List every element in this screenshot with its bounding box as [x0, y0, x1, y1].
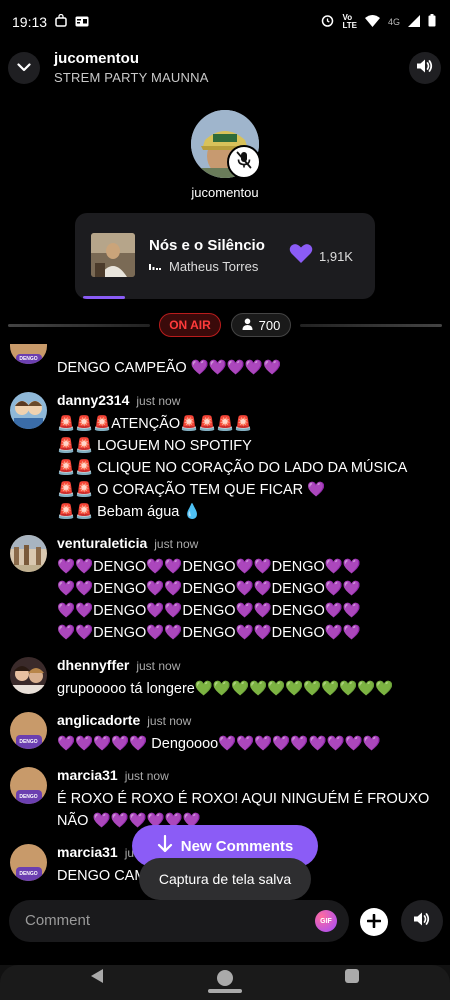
like-count: 1,91K	[319, 248, 353, 264]
comment-item: DENGO DENGO CAMPEÃO 💜💜💜💜💜	[10, 344, 440, 382]
user-avatar[interactable]	[10, 535, 47, 572]
alarm-icon	[321, 14, 334, 30]
volte-icon: Vo LTE	[342, 13, 357, 30]
recents-icon[interactable]	[345, 969, 359, 983]
comment-time: just now	[154, 537, 199, 551]
like-button[interactable]: 1,91K	[289, 243, 353, 269]
user-avatar[interactable]	[10, 392, 47, 429]
gif-button[interactable]: GIF	[315, 910, 337, 932]
home-icon[interactable]	[217, 970, 233, 986]
comment-item: DENGO anglicadorte just now 💜💜💜💜💜 Dengoo…	[10, 712, 440, 757]
person-icon	[242, 318, 253, 333]
comment-placeholder: Comment	[25, 912, 91, 929]
add-button[interactable]	[360, 908, 388, 936]
comment-username[interactable]: anglicadorte	[57, 712, 140, 728]
song-title: Nós e o Silêncio	[149, 237, 265, 254]
bag-notification-icon	[55, 13, 67, 30]
chevron-down-icon	[17, 59, 31, 77]
mic-off-icon	[236, 151, 252, 174]
comment-item: DENGO marcia31 just now É ROXO É ROXO É …	[10, 767, 440, 832]
comment-item: dhennyffer just now grupooooo tá longere…	[10, 657, 440, 702]
comment-header: anglicadorte just now	[57, 712, 191, 728]
speaker-icon	[413, 911, 431, 932]
user-avatar[interactable]: DENGO	[10, 767, 47, 804]
system-nav-bar	[0, 965, 450, 1000]
back-icon[interactable]	[90, 968, 104, 989]
comment-text: 🚨🚨🚨ATENÇÃO🚨🚨🚨🚨 🚨🚨 LOGUEM NO SPOTIFY 🚨🚨 C…	[57, 416, 408, 520]
comment-input[interactable]: Comment GIF	[9, 900, 349, 942]
comment-text: DENGO CAMPEÃO 💜💜💜💜💜	[57, 360, 282, 376]
gesture-pill	[208, 989, 242, 993]
album-art	[91, 233, 135, 277]
room-header: jucomentou STREM PARTY MAUNNA	[0, 46, 450, 90]
comment-text: grupooooo tá longere💚💚💚💚💚💚💚💚💚💚💚	[57, 681, 394, 697]
playback-progress	[83, 296, 125, 299]
comment-username[interactable]: dhennyffer	[57, 657, 129, 673]
card-notification-icon	[75, 15, 89, 30]
arrow-down-icon	[157, 834, 173, 857]
room-title: jucomentou	[54, 50, 139, 67]
room-subtitle: STREM PARTY MAUNNA	[54, 70, 209, 85]
collapse-button[interactable]	[8, 52, 40, 84]
on-air-badge: ON AIR	[159, 313, 221, 337]
user-avatar[interactable]: DENGO	[10, 844, 47, 881]
comment-header: dhennyffer just now	[57, 657, 180, 673]
signal-icon	[408, 14, 420, 30]
now-playing-card[interactable]: Nós e o Silêncio Matheus Torres 1,91K	[75, 213, 375, 299]
divider-right	[300, 324, 442, 327]
status-time: 19:13	[12, 14, 48, 30]
plus-icon	[366, 911, 382, 934]
comment-username[interactable]: marcia31	[57, 844, 118, 860]
artist-name: Matheus Torres	[169, 259, 259, 274]
artist-row: Matheus Torres	[149, 259, 258, 274]
new-comments-label: New Comments	[180, 837, 294, 855]
comment-time: just now	[136, 394, 181, 408]
user-avatar[interactable]: DENGO	[10, 712, 47, 749]
viewer-count: 700	[258, 317, 281, 333]
wifi-icon	[364, 14, 380, 30]
screenshot-toast: Captura de tela salva	[139, 858, 311, 900]
comment-text: 💜💜💜💜💜 Dengoooo💜💜💜💜💜💜💜💜💜	[57, 736, 381, 752]
mic-muted-badge	[227, 145, 261, 179]
comment-header: venturaleticia just now	[57, 535, 198, 551]
comment-time: just now	[124, 769, 169, 783]
speaker-icon	[416, 58, 434, 79]
user-avatar[interactable]: DENGO	[10, 344, 47, 364]
comment-time: just now	[147, 714, 192, 728]
status-bar: 19:13 Vo LTE 4G	[0, 0, 450, 44]
nav-bar-surface	[0, 965, 450, 1000]
comment-username[interactable]: marcia31	[57, 767, 118, 783]
battery-icon	[428, 14, 436, 30]
comment-time: just now	[136, 659, 181, 673]
speaker-button[interactable]	[409, 52, 441, 84]
comment-text: 💜💜DENGO💜💜DENGO💜💜DENGO💜💜 💜💜DENGO💜💜DENGO💜💜…	[57, 559, 361, 641]
comment-username[interactable]: danny2314	[57, 392, 129, 408]
comment-header: danny2314 just now	[57, 392, 180, 408]
comment-item: danny2314 just now 🚨🚨🚨ATENÇÃO🚨🚨🚨🚨 🚨🚨 LOG…	[10, 392, 440, 522]
heart-icon	[289, 243, 313, 269]
comment-item: venturaleticia just now 💜💜DENGO💜💜DENGO💜💜…	[10, 535, 440, 645]
comment-header: marcia31 just now	[57, 767, 169, 783]
divider-left	[8, 324, 150, 327]
sound-button[interactable]	[401, 900, 443, 942]
user-avatar[interactable]	[10, 657, 47, 694]
viewer-count-badge[interactable]: 700	[231, 313, 291, 337]
host-name: jucomentou	[191, 185, 259, 200]
equalizer-icon	[149, 261, 161, 273]
network-type: 4G	[387, 17, 400, 27]
comment-username[interactable]: venturaleticia	[57, 535, 147, 551]
